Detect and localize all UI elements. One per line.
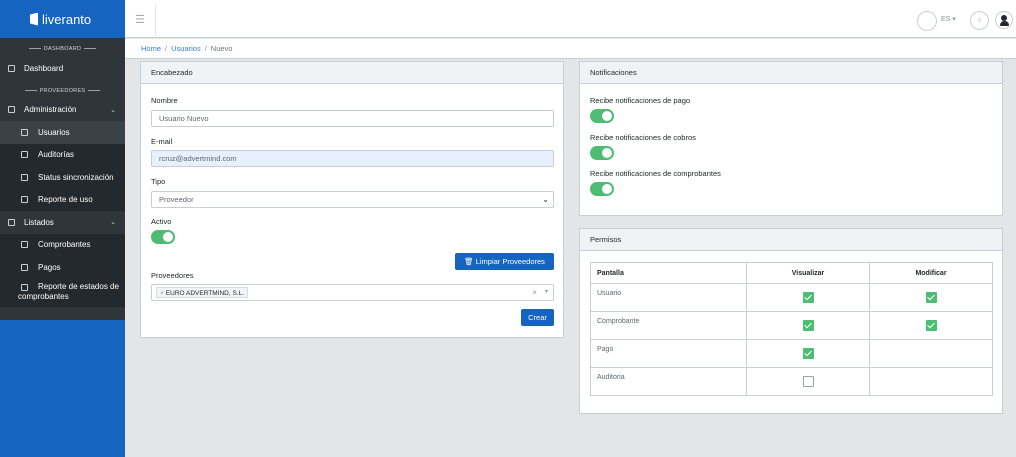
breadcrumb-current: Nuevo	[210, 44, 233, 53]
visualizar-checkbox[interactable]	[802, 292, 814, 303]
notificaciones-header: Notificaciones	[580, 62, 1002, 84]
pantalla-cell: Usuario	[590, 283, 747, 312]
column-header-modificar: Modificar	[869, 262, 993, 284]
dashboard-icon	[8, 64, 15, 72]
sidebar-footer	[0, 320, 125, 457]
notif-comprobantes-label: Recibe notificaciones de comprobantes	[590, 169, 721, 178]
nombre-label: Nombre	[151, 96, 178, 105]
visualizar-checkbox[interactable]	[802, 320, 814, 331]
sidebar-item-status-sincronizacion[interactable]: Status sincronización	[0, 166, 125, 189]
proveedores-multiselect[interactable]: × EURO ADVERTMIND, S.L. × ▾	[151, 284, 554, 301]
user-form-card: Encabezado Nombre Usuario Nuevo E-mail r…	[140, 61, 564, 338]
column-header-visualizar: Visualizar	[746, 262, 870, 284]
sidebar-item-usuarios[interactable]: Usuarios	[0, 121, 125, 144]
table-row: Comprobante	[590, 311, 993, 340]
list-icon	[8, 218, 15, 226]
proveedores-label: Proveedores	[151, 271, 194, 280]
form-header: Encabezado	[141, 62, 563, 84]
crear-button[interactable]: Crear	[521, 309, 554, 326]
clear-icon[interactable]: ×	[532, 285, 537, 300]
sidebar-item-dashboard[interactable]: Dashboard	[0, 57, 125, 80]
notif-cobros-toggle[interactable]	[590, 146, 614, 160]
tipo-label: Tipo	[151, 177, 166, 186]
language-selector[interactable]: ES ▾	[941, 15, 956, 23]
trash-icon: 🗑	[464, 257, 474, 266]
brand-logo[interactable]: liveranto	[0, 0, 125, 38]
pantalla-cell: Pago	[590, 339, 747, 368]
brand-name: liveranto	[42, 11, 92, 27]
sidebar-item-reporte-uso[interactable]: Reporte de uso	[0, 188, 125, 211]
table-row: Pago	[590, 339, 993, 368]
lightbulb-icon[interactable]: ♀	[970, 11, 989, 30]
email-input[interactable]: rcruz@advertmind.com	[151, 150, 554, 167]
table-row: Usuario	[590, 283, 993, 312]
permisos-header: Permisos	[580, 229, 1002, 251]
remove-tag-icon[interactable]: ×	[160, 290, 164, 297]
pantalla-cell: Comprobante	[590, 311, 747, 340]
column-header-pantalla: Pantalla	[590, 262, 747, 284]
notif-pago-toggle[interactable]	[590, 109, 614, 123]
breadcrumb-home[interactable]: Home	[141, 44, 161, 53]
modificar-checkbox[interactable]	[925, 292, 937, 303]
nav-title-proveedores: PROVEEDORES	[0, 80, 125, 99]
table-icon	[21, 283, 28, 291]
chevron-down-icon: ⌄	[110, 219, 116, 227]
limpiar-proveedores-button[interactable]: 🗑 Limpiar Proveedores	[455, 253, 554, 270]
menu-toggle-icon[interactable]: ☰	[125, 5, 156, 38]
table-icon	[21, 196, 28, 204]
user-avatar-icon[interactable]	[995, 11, 1013, 29]
sidebar-item-listados[interactable]: Listados ⌄	[0, 211, 125, 234]
proveedor-tag[interactable]: × EURO ADVERTMIND, S.L.	[156, 287, 249, 298]
modificar-checkbox[interactable]	[925, 320, 937, 331]
table-row: Auditoria	[590, 367, 993, 396]
email-label: E-mail	[151, 137, 173, 146]
receipt-icon	[21, 241, 28, 249]
permisos-table: Pantalla Visualizar Modificar Usuario Co…	[590, 262, 993, 396]
sidebar-item-auditorias[interactable]: Auditorías	[0, 143, 125, 166]
caret-down-icon[interactable]: ▾	[545, 285, 548, 300]
sync-icon	[21, 173, 28, 181]
notif-comprobantes-toggle[interactable]	[590, 182, 614, 196]
visualizar-checkbox[interactable]	[802, 348, 814, 359]
topbar: ☰ ES ▾ ♀	[125, 0, 1016, 38]
sidebar-item-reporte-estados[interactable]: Reporte de estados de comprobantes	[0, 278, 125, 307]
activo-toggle[interactable]	[151, 230, 175, 244]
breadcrumb-usuarios[interactable]: Usuarios	[171, 44, 201, 53]
nav-title-dashboard: DASHBOARD	[0, 38, 125, 57]
users-icon	[21, 128, 28, 136]
notif-cobros-label: Recibe notificaciones de cobros	[590, 133, 696, 142]
audit-icon	[21, 151, 28, 159]
liveranto-logo-icon	[30, 12, 38, 26]
breadcrumb: Home / Usuarios / Nuevo	[125, 39, 1016, 59]
notificaciones-card: Notificaciones Recibe notificaciones de …	[579, 61, 1003, 216]
wrench-icon	[8, 106, 15, 114]
chevron-down-icon: ⌄	[110, 106, 116, 114]
globe-icon[interactable]	[917, 11, 937, 31]
pantalla-cell: Auditoria	[590, 367, 747, 396]
chevron-down-icon: ⌄	[542, 195, 549, 204]
permisos-card: Permisos Pantalla Visualizar Modificar U…	[579, 228, 1003, 414]
nombre-input[interactable]: Usuario Nuevo	[151, 110, 554, 127]
tipo-select[interactable]: Proveedor ⌄	[151, 191, 554, 208]
sidebar: liveranto DASHBOARD Dashboard PROVEEDORE…	[0, 0, 125, 457]
sidebar-item-pagos[interactable]: Pagos	[0, 256, 125, 279]
sidebar-item-administracion[interactable]: Administración ⌄	[0, 99, 125, 122]
wallet-icon	[21, 263, 28, 271]
notif-pago-label: Recibe notificaciones de pago	[590, 96, 691, 105]
sidebar-item-comprobantes[interactable]: Comprobantes	[0, 233, 125, 256]
activo-label: Activo	[151, 217, 172, 226]
visualizar-checkbox[interactable]	[802, 376, 814, 387]
